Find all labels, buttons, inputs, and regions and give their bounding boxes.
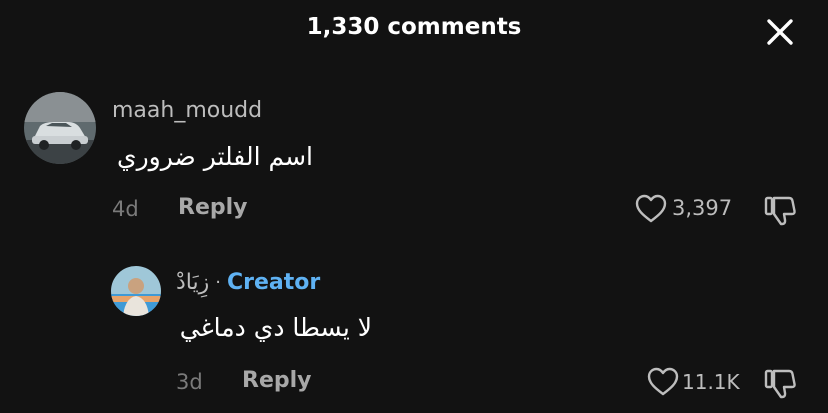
heart-icon xyxy=(635,194,667,223)
separator-dot: · xyxy=(215,272,221,293)
reply-item: زِيَادْ · Creator لا يسطا دي دماغي 3d Repl… xyxy=(0,265,828,405)
close-icon xyxy=(767,19,793,45)
reply-text: لا يسطا دي دماغي xyxy=(179,313,372,342)
heart-icon xyxy=(647,367,679,396)
like-count: 3,397 xyxy=(672,196,733,220)
dislike-button[interactable] xyxy=(762,365,798,401)
thumbs-down-icon xyxy=(764,196,796,226)
close-button[interactable] xyxy=(762,14,798,50)
comment-username[interactable]: maah_moudd xyxy=(112,98,262,123)
thumbs-down-icon xyxy=(764,369,796,399)
avatar[interactable] xyxy=(24,92,96,164)
comments-header: 1,330 comments xyxy=(0,0,828,64)
comment-timestamp: 4d xyxy=(112,197,139,221)
like-count: 11.1K xyxy=(682,370,740,394)
comments-sheet: 1,330 comments maah_moudd اسم الفلتر ضرو… xyxy=(0,0,828,413)
creator-badge: Creator xyxy=(226,270,321,295)
comments-count-title: 1,330 comments xyxy=(306,14,522,40)
reply-timestamp: 3d xyxy=(176,370,203,394)
reply-button[interactable]: Reply xyxy=(178,195,248,220)
comment-text: اسم الفلتر ضروري xyxy=(117,142,313,171)
person-avatar-icon xyxy=(111,266,161,316)
avatar[interactable] xyxy=(111,266,161,316)
comment-item: maah_moudd اسم الفلتر ضروري 4d Reply 3,3… xyxy=(0,92,828,242)
reply-header: زِيَادْ · Creator xyxy=(176,270,320,300)
dislike-button[interactable] xyxy=(762,192,798,228)
reply-username[interactable]: زِيَادْ xyxy=(176,270,209,295)
car-avatar-icon xyxy=(24,92,96,164)
reply-button[interactable]: Reply xyxy=(242,368,312,393)
